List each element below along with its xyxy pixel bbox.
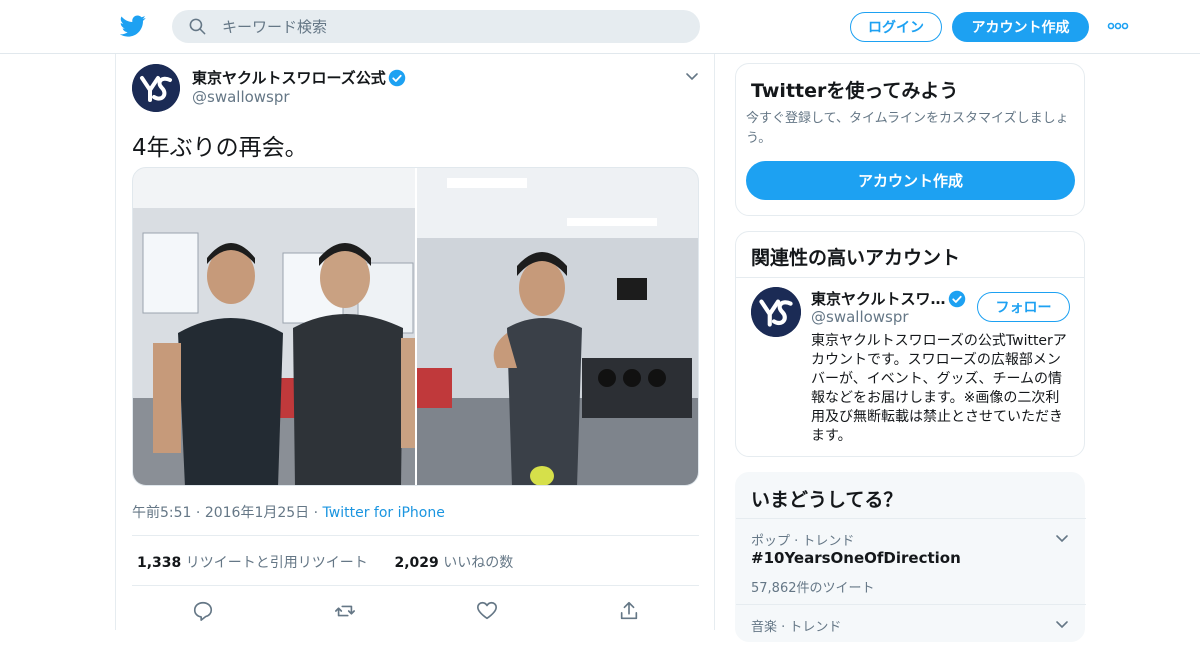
retweets-label: リツイートと引用リツイート — [185, 555, 368, 571]
follow-button[interactable]: フォロー — [977, 292, 1070, 322]
tweet-source-link[interactable]: Twitter for iPhone — [323, 505, 445, 521]
search-box — [172, 10, 700, 43]
login-button[interactable]: ログイン — [850, 12, 942, 42]
tweet-stats: 1,338 リツイートと引用リツイート 2,029 いいねの数 — [137, 552, 513, 572]
retweets-count: 1,338 — [137, 555, 182, 571]
signup-card: Twitterを使ってみよう 今すぐ登録して、タイムラインをカスタマイズしましょ… — [735, 63, 1085, 216]
more-options-icon[interactable] — [1107, 20, 1129, 32]
retweets-stat[interactable]: 1,338 リツイートと引用リツイート — [137, 555, 368, 571]
trend-name[interactable]: #10YearsOneOfDirection — [751, 549, 961, 567]
trend-category: ポップ · トレンド — [751, 534, 855, 549]
share-icon[interactable] — [618, 600, 640, 622]
verified-badge-icon — [388, 69, 406, 87]
likes-count: 2,029 — [394, 555, 439, 571]
search-input[interactable] — [222, 10, 682, 43]
relevant-accounts-title: 関連性の高いアカウント — [751, 247, 961, 269]
signup-card-title: Twitterを使ってみよう — [751, 80, 959, 102]
tweet-metadata: 午前5:51 · 2016年1月25日 · Twitter for iPhone — [132, 502, 445, 522]
chevron-down-icon[interactable] — [1054, 530, 1070, 546]
meta-separator: · — [195, 505, 205, 521]
author-name[interactable]: 東京ヤクルトスワローズ公式 — [192, 67, 386, 88]
retweet-icon[interactable] — [334, 600, 356, 622]
signup-button[interactable]: アカウント作成 — [952, 12, 1089, 42]
verified-badge-icon — [948, 290, 966, 308]
likes-stat[interactable]: 2,029 いいねの数 — [394, 555, 513, 571]
divider — [736, 277, 1084, 278]
meta-separator: · — [313, 505, 323, 521]
likes-label: いいねの数 — [443, 555, 514, 571]
trend-item[interactable]: ポップ · トレンド #10YearsOneOfDirection 57,862… — [736, 519, 1086, 604]
tweet-photo-2[interactable] — [417, 168, 699, 486]
tweet-text: 4年ぶりの再会。 — [132, 135, 308, 161]
signup-card-subtitle: 今すぐ登録して、タイムラインをカスタマイズしましょう。 — [746, 111, 1069, 146]
trend-tweet-count: 57,862件のツイート — [751, 581, 875, 596]
author-handle[interactable]: @swallowspr — [192, 88, 290, 106]
top-navigation-bar: ログイン アカウント作成 — [0, 0, 1200, 54]
reply-icon[interactable] — [192, 600, 214, 622]
signup-card-button[interactable]: アカウント作成 — [746, 161, 1075, 200]
author-avatar[interactable] — [132, 64, 180, 112]
account-name[interactable]: 東京ヤクルトスワ… — [811, 288, 946, 309]
twitter-bird-icon[interactable] — [120, 13, 146, 39]
tweet-date[interactable]: 2016年1月25日 — [205, 505, 309, 521]
tweet-photo-1[interactable] — [133, 168, 415, 486]
trends-title: いまどうしてる？ — [751, 489, 903, 511]
tweet-media[interactable] — [132, 167, 699, 486]
chevron-down-icon[interactable] — [684, 68, 700, 84]
trends-card: いまどうしてる？ ポップ · トレンド #10YearsOneOfDirecti… — [735, 472, 1086, 645]
swallows-logo-icon — [132, 64, 180, 112]
tweet-time[interactable]: 午前5:51 — [132, 505, 191, 521]
search-icon — [189, 18, 206, 35]
trend-item[interactable]: 音楽 · トレンド — [736, 605, 1086, 645]
relevant-accounts-card: 関連性の高いアカウント 東京ヤクルトスワ… @swallowspr フォロー 東… — [735, 231, 1085, 457]
trend-category: 音楽 · トレンド — [751, 620, 842, 635]
account-handle[interactable]: @swallowspr — [811, 308, 909, 326]
like-heart-icon[interactable] — [476, 600, 498, 622]
divider — [132, 585, 699, 586]
tweet-detail: 東京ヤクルトスワローズ公式 @swallowspr 4年ぶりの再会。 午前5:5… — [115, 54, 715, 630]
account-bio: 東京ヤクルトスワローズの公式Twitterアカウントです。スワローズの広報部メン… — [811, 333, 1067, 444]
divider — [132, 535, 699, 536]
swallows-logo-icon — [751, 287, 801, 337]
account-avatar[interactable] — [751, 287, 801, 337]
